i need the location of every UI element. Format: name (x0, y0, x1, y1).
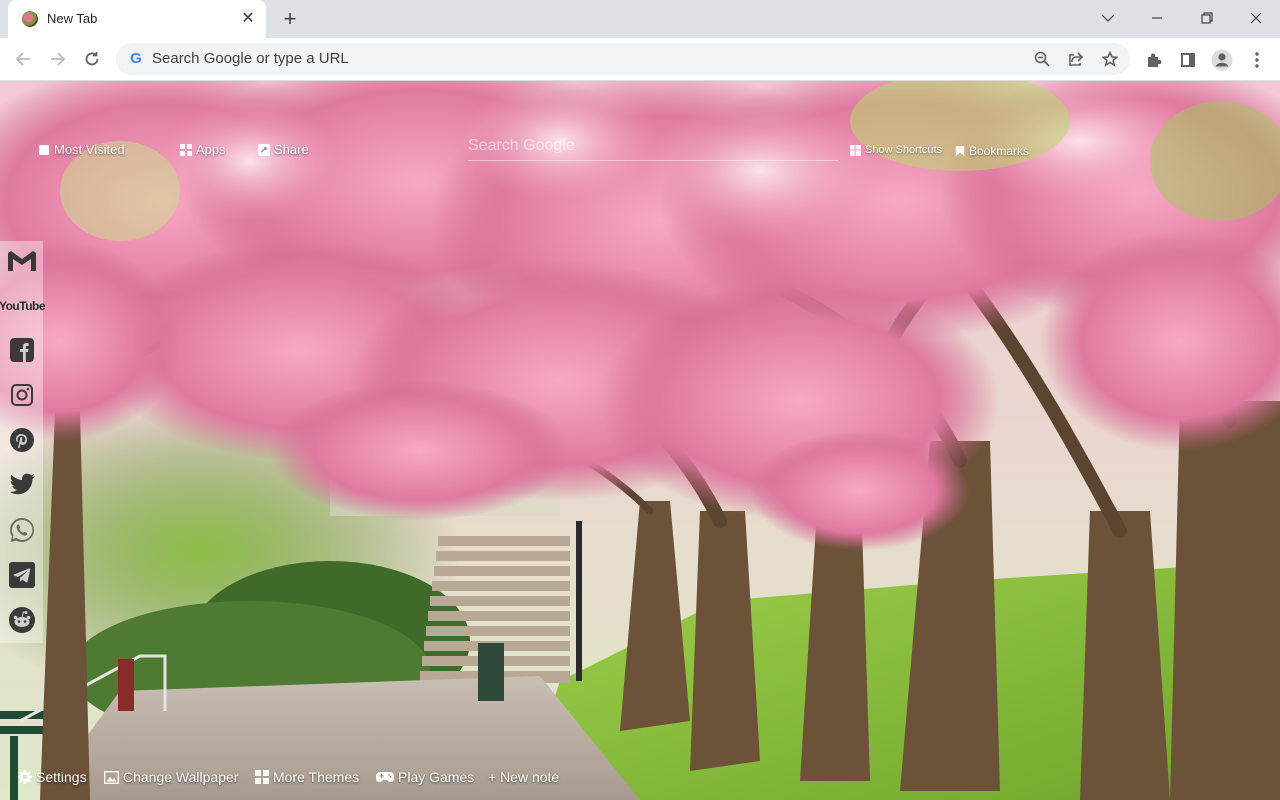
omnibox-placeholder[interactable]: Search Google or type a URL (152, 50, 349, 67)
share-label: Share (274, 142, 309, 157)
show-shortcuts-link[interactable]: Show Shortcuts (850, 144, 942, 156)
pinterest-icon[interactable] (7, 425, 37, 455)
change-wallpaper-link[interactable]: Change Wallpaper (104, 769, 238, 785)
bookmarks-label: Bookmarks (969, 144, 1030, 158)
windows-grid-icon (850, 144, 861, 156)
extensions-icon[interactable] (1142, 48, 1166, 72)
play-games-link[interactable]: Play Games (376, 769, 474, 785)
back-arrow-icon[interactable] (9, 45, 37, 73)
restore-icon[interactable] (1192, 4, 1222, 32)
apps-link[interactable]: Apps (180, 142, 226, 157)
twitter-icon[interactable] (7, 470, 37, 500)
social-sidebar: YouTube (0, 241, 46, 643)
most-visited-icon (39, 144, 49, 155)
most-visited-label: Most Visited (54, 142, 125, 157)
settings-label: Settings (36, 769, 87, 785)
settings-link[interactable]: Settings (18, 769, 87, 785)
omnibox[interactable]: G Search Google or type a URL (116, 43, 1130, 75)
grid-icon (255, 770, 269, 784)
image-icon (104, 770, 119, 784)
forward-arrow-icon[interactable] (44, 45, 72, 73)
facebook-icon[interactable] (7, 335, 37, 365)
tab-favicon-icon (22, 11, 38, 27)
wallpaper-cherry-blossom (0, 81, 1280, 800)
new-note-label: + New note (488, 769, 560, 785)
youtube-label: YouTube (0, 299, 46, 313)
most-visited-link[interactable]: Most Visited (38, 142, 125, 157)
browser-toolbar: G Search Google or type a URL (0, 38, 1280, 81)
sidepanel-icon[interactable] (1176, 48, 1200, 72)
tab-new-tab[interactable]: New Tab ✕ (8, 0, 266, 38)
close-icon[interactable]: ✕ (238, 9, 258, 29)
reload-icon[interactable] (78, 45, 106, 73)
play-games-label: Play Games (398, 769, 475, 785)
profile-icon[interactable] (1210, 48, 1234, 72)
new-note-link[interactable]: + New note (488, 769, 559, 785)
share-link[interactable]: Share (258, 142, 309, 157)
chevron-down-icon[interactable] (1093, 4, 1123, 32)
whatsapp-icon[interactable] (7, 515, 37, 545)
share-square-icon (258, 143, 270, 156)
bookmarks-link[interactable]: Bookmarks (955, 144, 1029, 158)
gamepad-icon (376, 772, 394, 783)
more-themes-label: More Themes (273, 769, 360, 785)
share-icon[interactable] (1066, 49, 1086, 69)
apps-label: Apps (196, 142, 226, 157)
instagram-icon[interactable] (7, 380, 37, 410)
more-themes-link[interactable]: More Themes (255, 769, 359, 785)
gear-icon (18, 770, 32, 784)
search-box[interactable] (468, 131, 838, 161)
minimize-icon[interactable] (1142, 4, 1172, 32)
new-tab-page: Most Visited Apps Share Show Shortcuts B… (0, 81, 1280, 800)
youtube-icon[interactable]: YouTube (0, 291, 46, 321)
search-input[interactable] (468, 131, 838, 160)
gmail-icon[interactable] (7, 246, 37, 276)
show-shortcuts-label: Show Shortcuts (865, 144, 943, 156)
telegram-icon[interactable] (7, 560, 37, 590)
tab-title: New Tab (47, 11, 98, 26)
bookmark-icon (955, 146, 965, 156)
zoom-icon[interactable] (1032, 49, 1052, 69)
tab-strip: New Tab ✕ + (0, 0, 1280, 38)
new-tab-button[interactable]: + (277, 6, 303, 32)
change-wallpaper-label: Change Wallpaper (123, 769, 239, 785)
reddit-icon[interactable] (7, 605, 37, 635)
star-icon[interactable] (1100, 49, 1120, 69)
window-close-icon[interactable] (1241, 4, 1271, 32)
google-logo-icon: G (130, 50, 142, 67)
kebab-menu-icon[interactable] (1245, 48, 1269, 72)
grid-icon (180, 143, 192, 156)
